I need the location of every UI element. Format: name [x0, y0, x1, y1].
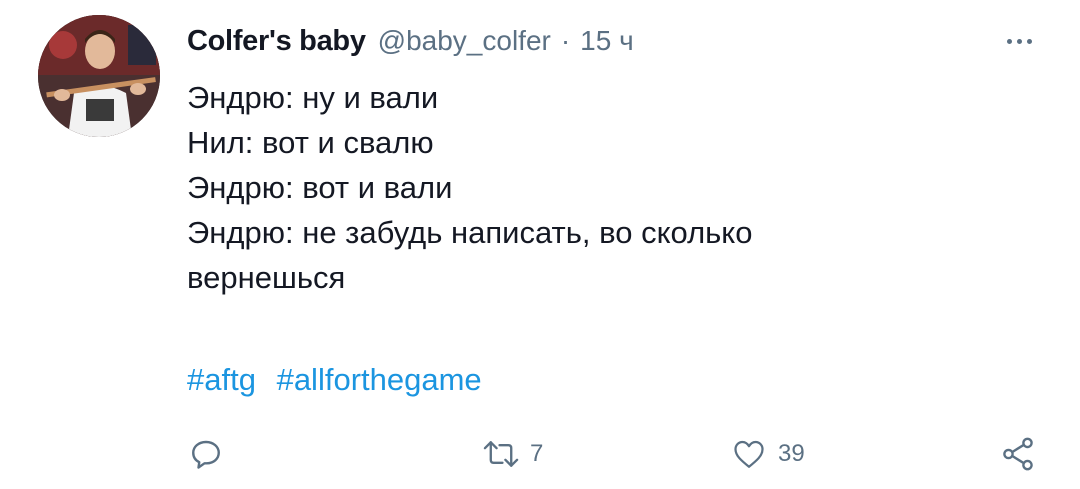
tweet-timestamp[interactable]: 15 ч	[580, 25, 634, 57]
heart-icon	[734, 440, 764, 468]
separator-dot: ·	[560, 25, 571, 56]
tweet-line: Эндрю: вот и вали	[187, 170, 453, 205]
like-count: 39	[778, 440, 805, 467]
tweet-text: Эндрю: ну и вали Нил: вот и свалю Эндрю:…	[187, 75, 1027, 300]
tweet-line: Нил: вот и свалю	[187, 125, 434, 160]
reply-button[interactable]	[188, 432, 224, 476]
avatar[interactable]	[38, 15, 160, 137]
more-options-icon[interactable]	[997, 26, 1041, 56]
retweet-button[interactable]: 7	[482, 432, 543, 476]
tweet-actions: 7 39	[0, 432, 1080, 476]
share-icon	[1003, 437, 1033, 471]
hashtag-link[interactable]: #aftg	[187, 362, 256, 397]
tweet-line: вернешься	[187, 260, 346, 295]
hashtags: #aftg #allforthegame	[187, 362, 494, 398]
tweet-header: Colfer's baby @baby_colfer · 15 ч	[187, 22, 634, 60]
user-handle[interactable]: @baby_colfer	[378, 25, 551, 57]
share-button[interactable]	[998, 432, 1038, 476]
retweet-count: 7	[530, 440, 544, 467]
tweet-line: Эндрю: ну и вали	[187, 80, 439, 115]
hashtag-link[interactable]: #allforthegame	[277, 362, 482, 397]
display-name[interactable]: Colfer's baby	[187, 25, 366, 58]
retweet-icon	[483, 441, 519, 467]
reply-icon	[192, 440, 220, 469]
like-button[interactable]: 39	[730, 432, 805, 476]
tweet-line: Эндрю: не забудь написать, во сколько	[187, 215, 753, 250]
